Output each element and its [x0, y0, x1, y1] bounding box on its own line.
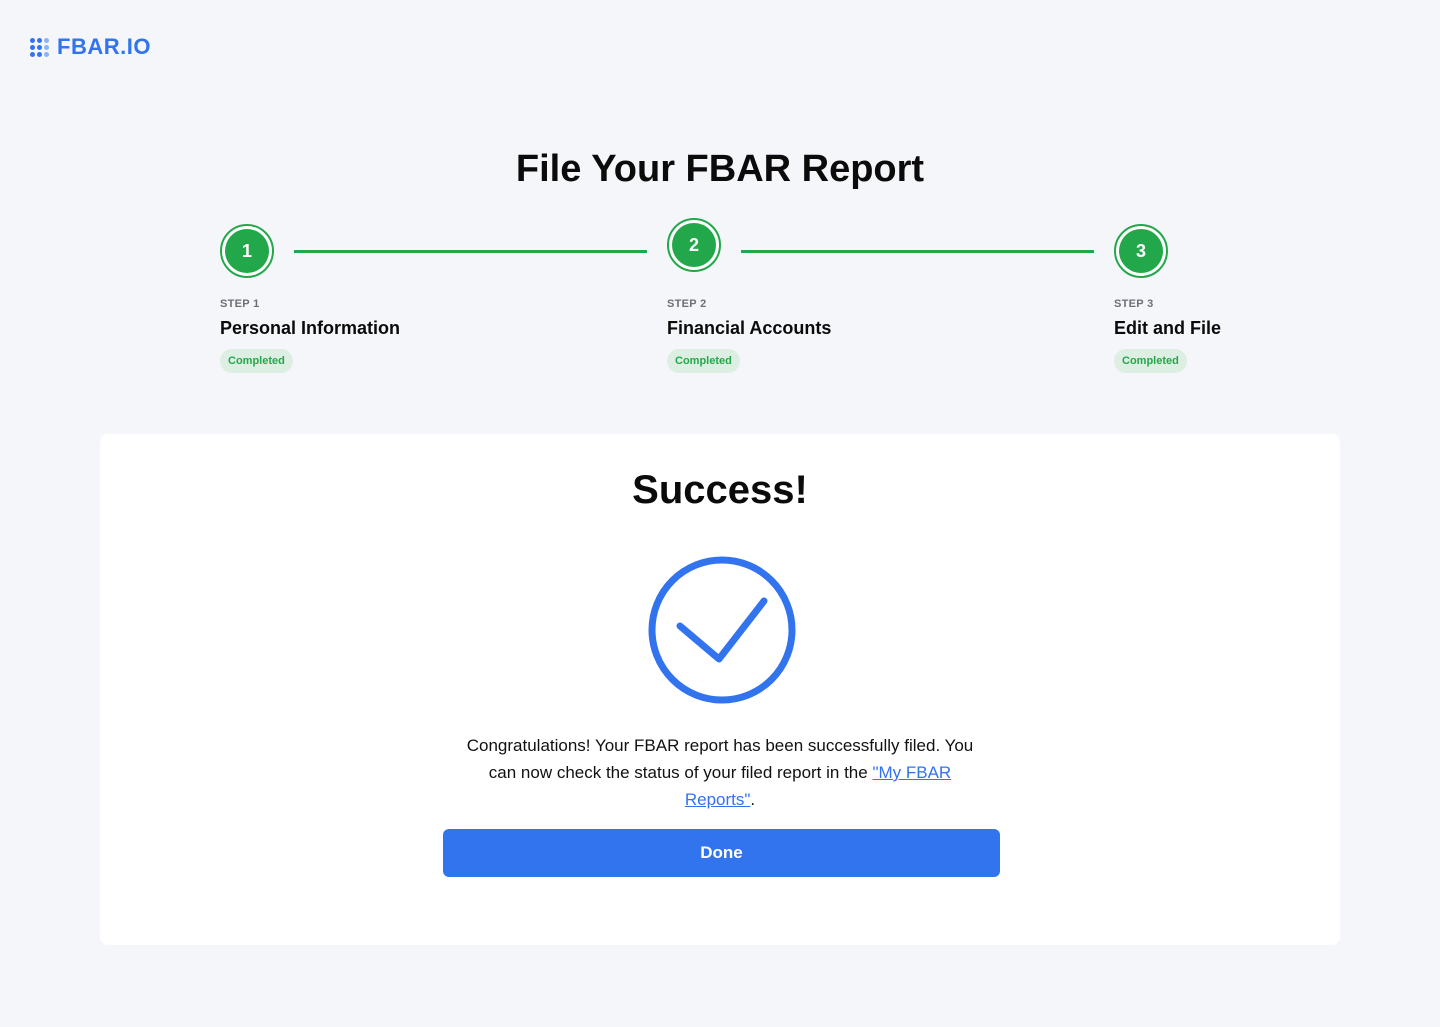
step-number-circle: 1 [220, 224, 274, 278]
step-number: 2 [672, 223, 716, 267]
page: FBAR.IO File Your FBAR Report 1 STEP 1 P… [0, 0, 1440, 1027]
done-button[interactable]: Done [443, 829, 1000, 877]
step-number-circle: 2 [667, 218, 721, 272]
step-title: Personal Information [220, 318, 401, 338]
step-title: Financial Accounts [667, 318, 832, 338]
step-kicker: STEP 1 [220, 298, 260, 310]
step-title: Edit and File [1114, 318, 1222, 338]
status-badge: Completed [220, 349, 293, 373]
step-edit-and-file[interactable]: 3 STEP 3 Edit and File Completed [1114, 224, 1374, 373]
success-card: Success! Congratulations! Your FBAR repo… [100, 434, 1340, 945]
step-number: 1 [225, 229, 269, 273]
page-title: File Your FBAR Report [515, 148, 925, 190]
step-kicker: STEP 3 [1114, 298, 1154, 310]
dots-grid-icon [30, 37, 49, 57]
message-end: . [750, 790, 756, 809]
status-badge: Completed [667, 349, 740, 373]
step-kicker: STEP 2 [667, 298, 707, 310]
step-number-circle: 3 [1114, 224, 1168, 278]
step-financial-accounts[interactable]: 2 STEP 2 Financial Accounts Completed [667, 218, 927, 373]
success-title: Success! [632, 468, 808, 512]
logo[interactable]: FBAR.IO [30, 34, 151, 60]
step-personal-information[interactable]: 1 STEP 1 Personal Information Completed [220, 224, 480, 373]
logo-text: FBAR.IO [57, 34, 151, 59]
step-number: 3 [1119, 229, 1163, 273]
success-message: Congratulations! Your FBAR report has be… [460, 732, 980, 813]
check-circle-icon [646, 554, 798, 706]
status-badge: Completed [1114, 349, 1187, 373]
